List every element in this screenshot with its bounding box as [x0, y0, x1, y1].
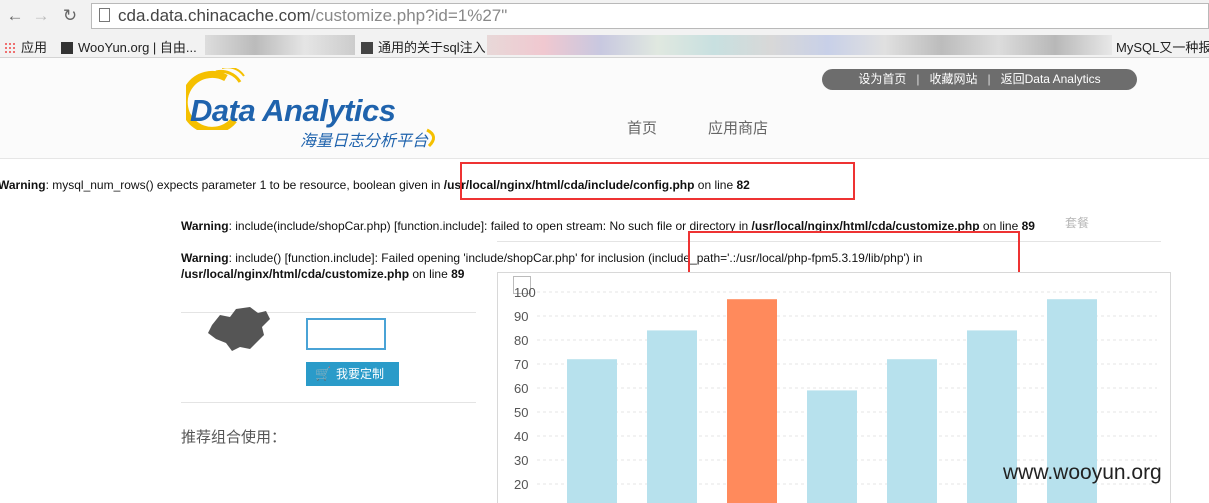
y-tick-label: 30 [514, 453, 528, 468]
chart-bar[interactable] [567, 359, 617, 503]
chart-bar[interactable] [647, 330, 697, 503]
blurred-bookmarks [487, 35, 1112, 55]
page-icon [361, 42, 373, 54]
y-tick-label: 50 [514, 405, 528, 420]
warning-line-text: on line [409, 267, 452, 281]
warning-text: : include(include/shopCar.php) [function… [228, 219, 752, 233]
logo-wave-icon [426, 128, 435, 148]
set-homepage-link[interactable]: 设为首页 [858, 72, 906, 86]
bookmark-label: MySQL又一种报错 [1116, 40, 1209, 55]
divider: | [916, 72, 920, 86]
customize-button-label: 我要定制 [336, 367, 385, 381]
y-tick-label: 40 [514, 429, 528, 444]
logo-subtitle: 海量日志分析平台 [300, 133, 429, 150]
chart-bar[interactable] [807, 390, 857, 503]
page-icon [99, 8, 110, 22]
bookmark-label: 通用的关于sql注入 [378, 40, 486, 55]
warning-line: 89 [451, 267, 465, 281]
warning-label: Warning [0, 178, 46, 192]
bookmark-label: 应用 [21, 40, 48, 55]
divider [181, 402, 476, 403]
cart-icon: 🛒 [315, 366, 332, 381]
y-tick-label: 90 [514, 309, 528, 324]
hidden-tab-text: 套餐 [1065, 216, 1090, 230]
return-link[interactable]: 返回Data Analytics [1001, 72, 1101, 86]
warning-text: : mysql_num_rows() expects parameter 1 t… [45, 178, 444, 192]
warning-label: Warning [181, 219, 229, 233]
forward-icon[interactable]: → [31, 6, 51, 26]
url-text[interactable]: cda.data.chinacache.com/customize.php?id… [118, 6, 507, 26]
warning-path: /usr/local/nginx/html/cda/customize.php [181, 267, 410, 281]
divider: | [987, 72, 991, 86]
bookmark-mysql[interactable]: MySQL又一种报错 [1116, 37, 1209, 56]
bookmark-sql[interactable]: 通用的关于sql注入 [361, 37, 486, 56]
apps-grid-icon [4, 42, 16, 54]
blurred-bookmark [205, 35, 355, 55]
bookmark-apps[interactable]: 应用 [4, 37, 47, 56]
wooyun-icon [61, 42, 73, 54]
highlight-box-1 [460, 162, 855, 200]
top-links-bar: 设为首页 | 收藏网站 | 返回Data Analytics [822, 69, 1137, 90]
y-tick-label: 20 [514, 477, 528, 492]
y-tick-label: 100 [514, 285, 536, 300]
customize-button[interactable]: 🛒 我要定制 [306, 362, 399, 386]
warning-label: Warning [181, 251, 229, 265]
customize-input[interactable] [306, 318, 386, 350]
y-tick-label: 80 [514, 333, 528, 348]
chart-bar[interactable] [727, 299, 777, 503]
logo-title[interactable]: Data Analytics [190, 93, 396, 129]
watermark: www.wooyun.org [1003, 461, 1162, 484]
warning-line: 89 [1021, 219, 1035, 233]
china-map-icon [208, 307, 270, 351]
bookmark-label: WooYun.org | 自由... [78, 40, 197, 55]
recommend-label: 推荐组合使用： [181, 429, 287, 446]
reload-icon[interactable]: ↻ [60, 6, 80, 26]
nav-home[interactable]: 首页 [627, 117, 657, 138]
nav-app-store[interactable]: 应用商店 [708, 117, 768, 138]
url-host: cda.data.chinacache.com [118, 6, 311, 25]
php-warning-3-cont: /usr/local/nginx/html/cda/customize.php … [181, 266, 464, 282]
chart-bar[interactable] [887, 359, 937, 503]
bookmark-site-link[interactable]: 收藏网站 [929, 72, 977, 86]
url-path: /customize.php?id=1%27" [310, 6, 508, 25]
y-tick-label: 60 [514, 381, 528, 396]
back-icon[interactable]: ← [5, 6, 25, 26]
y-tick-label: 70 [514, 357, 528, 372]
bookmark-wooyun[interactable]: WooYun.org | 自由... [61, 37, 197, 56]
